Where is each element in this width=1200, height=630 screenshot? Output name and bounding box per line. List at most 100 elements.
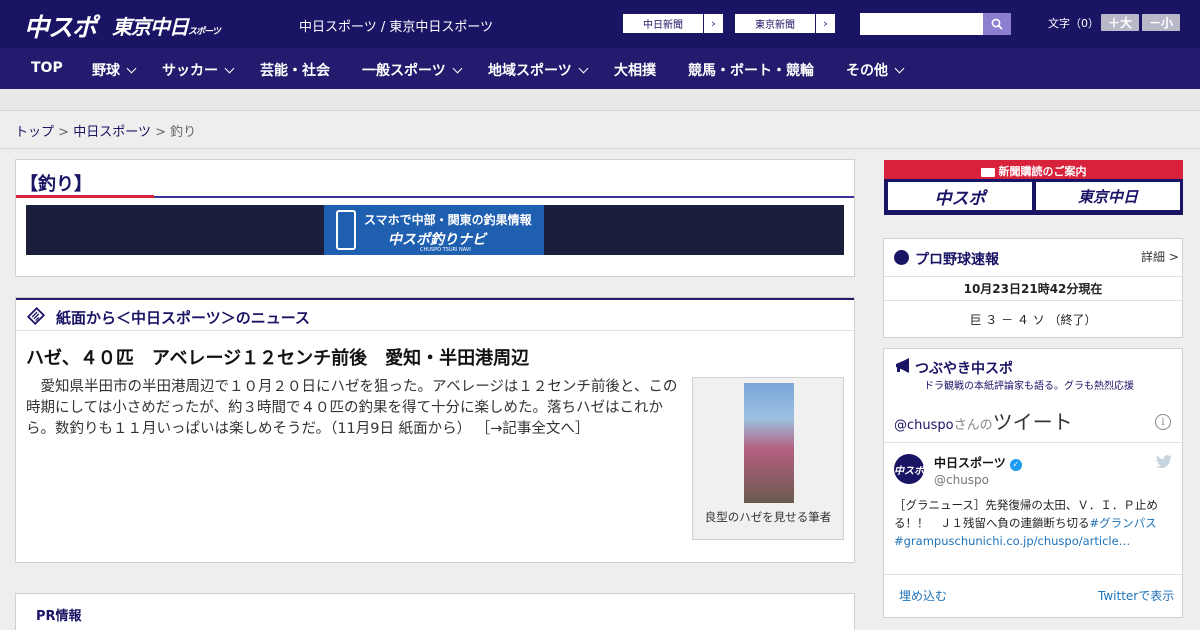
nav-item-entertainment[interactable]: 芸能・社会 [260, 60, 330, 80]
tokyo-logo-small: スポーツ [188, 27, 221, 37]
chevron-down-icon [126, 63, 137, 74]
nav-item-top[interactable]: TOP [31, 60, 63, 76]
breadcrumb-current: 釣り [170, 125, 197, 140]
chevron-right-icon: › [703, 14, 723, 33]
nav-label: 大相撲 [614, 63, 656, 79]
breadcrumb-section-link[interactable]: 中日スポーツ [73, 125, 151, 140]
nav-item-sumo[interactable]: 大相撲 [614, 60, 656, 80]
nav-label: 野球 [92, 63, 120, 79]
tweet-link[interactable]: #grampuschunichi.co.jp/chuspo/article… [894, 534, 1130, 548]
view-on-twitter-link[interactable]: Twitterで表示 [1098, 587, 1174, 604]
banner-line3: CHUSPO TSURI NAVI [420, 247, 471, 253]
tweet-author-handle[interactable]: @chuspo [934, 473, 989, 487]
nav-item-general-sports[interactable]: 一般スポーツ [362, 60, 463, 80]
search-input[interactable] [860, 13, 983, 35]
twitter-embed-word: ツイート [992, 410, 1073, 434]
category-box: 【釣り】 スマホで中部・関東の釣果情報 中スポ釣りナビ CHUSPO TSURI… [15, 159, 855, 277]
news-section-header: 紙面から＜中日スポーツ＞のニュース [16, 298, 854, 331]
search-icon [991, 18, 1003, 30]
site-title[interactable]: 中日スポーツ / 東京中日スポーツ [299, 16, 493, 35]
read-more-link[interactable]: ［→記事全文へ］ [476, 421, 590, 437]
breadcrumb-row: トップ > 中日スポーツ > 釣り [0, 111, 1200, 149]
breadcrumb-separator: > [155, 125, 166, 140]
news-section-title: 紙面から＜中日スポーツ＞のニュース [56, 309, 310, 327]
ext-link-label: 東京新聞 [755, 20, 795, 31]
font-smaller-button[interactable]: －小 [1142, 14, 1180, 31]
title-underline-red [16, 195, 154, 198]
banner-line1: スマホで中部・関東の釣果情報 [364, 213, 532, 227]
tweets-title: つぶやき中スポ [915, 361, 1013, 377]
nav-label: TOP [31, 60, 63, 76]
breadcrumb: トップ > 中日スポーツ > 釣り [15, 121, 196, 140]
news-box: 紙面から＜中日スポーツ＞のニュース ハゼ、４０匹 アベレージ１２センチ前後 愛知… [15, 297, 855, 563]
ext-link-label: 中日新聞 [643, 20, 683, 31]
twitter-embed-suffix: さんの [953, 418, 993, 433]
sub-nav-band [0, 89, 1200, 111]
breadcrumb-separator: > [58, 125, 70, 140]
tweet-author-name[interactable]: 中日スポーツ ✓ [934, 454, 1022, 471]
nav-item-soccer[interactable]: サッカー [162, 60, 235, 80]
tokyo-chunichi-logo[interactable]: 東京中日スポーツ [112, 11, 221, 40]
main-nav: TOP 野球 サッカー 芸能・社会 一般スポーツ 地域スポーツ 大相撲 競馬・ボ… [0, 48, 1200, 89]
verified-icon: ✓ [1009, 459, 1022, 471]
divider [884, 300, 1182, 301]
smartphone-icon [336, 210, 356, 250]
baseball-detail-link[interactable]: 詳細 > [1141, 248, 1179, 265]
search-button[interactable] [983, 13, 1011, 35]
article-title[interactable]: ハゼ、４０匹 アベレージ１２センチ前後 愛知・半田港周辺 [26, 344, 529, 370]
photo-caption: 良型のハゼを見せる筆者 [704, 510, 832, 524]
article-photo[interactable] [744, 383, 794, 503]
twitter-user-link[interactable]: @chuspo [894, 418, 954, 433]
nav-label: 競馬・ボート・競輪 [688, 63, 814, 79]
baseball-score-box: プロ野球速報 詳細 > 10月23日21時42分現在 巨 ３ － ４ ソ （終了… [883, 238, 1183, 338]
pr-box: PR情報 [15, 593, 855, 630]
chevron-right-icon: › [815, 14, 835, 33]
font-size-label: 文字（0） [1048, 17, 1099, 30]
newspaper-icon [26, 306, 46, 326]
chuspo-logo[interactable]: 中スポ [24, 8, 97, 44]
baseball-score[interactable]: 巨 ３ － ４ ソ （終了） [884, 311, 1182, 328]
nav-item-racing[interactable]: 競馬・ボート・競輪 [688, 60, 814, 80]
divider [884, 442, 1182, 443]
nav-label: 地域スポーツ [488, 63, 572, 79]
nav-label: その他 [846, 63, 888, 79]
tsuri-navi-banner[interactable]: スマホで中部・関東の釣果情報 中スポ釣りナビ CHUSPO TSURI NAVI [26, 205, 844, 255]
subscription-label-text: 新聞購読のご案内 [998, 165, 1087, 178]
font-larger-button[interactable]: ＋大 [1101, 14, 1139, 31]
nav-label: 一般スポーツ [362, 63, 446, 79]
megaphone-icon [896, 358, 909, 373]
tokyo-logo-text: 東京中日 [112, 15, 189, 39]
subscribe-tokyo-logo[interactable]: 東京中日 [1036, 182, 1180, 210]
nav-item-other[interactable]: その他 [846, 60, 905, 80]
nav-label: 芸能・社会 [260, 63, 330, 79]
article-body: 愛知県半田市の半田港周辺で１０月２０日にハゼを狙った。アベレージは１２センチ前後… [26, 377, 686, 440]
title-underline-blue [154, 196, 854, 198]
page-title: 【釣り】 [20, 174, 92, 195]
subscribe-chuspo-logo[interactable]: 中スポ [888, 182, 1032, 210]
nav-item-local-sports[interactable]: 地域スポーツ [488, 60, 589, 80]
banner-line2: 中スポ釣りナビ [388, 232, 486, 248]
banner-content: スマホで中部・関東の釣果情報 中スポ釣りナビ CHUSPO TSURI NAVI [324, 205, 544, 255]
twitter-bird-icon[interactable] [1156, 455, 1172, 469]
chevron-down-icon [224, 63, 235, 74]
embed-link[interactable]: 埋め込む [899, 587, 947, 604]
avatar[interactable]: 中スポ [894, 454, 924, 484]
chevron-down-icon [452, 63, 463, 74]
info-icon[interactable]: i [1155, 414, 1171, 430]
breadcrumb-top-link[interactable]: トップ [15, 125, 54, 140]
tokyo-shimbun-link[interactable]: 東京新聞 › [734, 13, 836, 34]
chevron-down-icon [894, 63, 905, 74]
tweet-text: ［グラニュース］先発復帰の太田、Ｖ．Ｉ．Ｐ止める！！ Ｊ１残留へ負の連鎖断ち切る… [894, 496, 1174, 550]
tweet-author-name-text: 中日スポーツ [934, 456, 1006, 470]
twitter-embed-header: @chuspoさんのツイート [894, 406, 1073, 435]
divider [884, 574, 1182, 575]
baseball-timestamp: 10月23日21時42分現在 [963, 282, 1103, 296]
divider [884, 276, 1182, 277]
newspaper-icon [980, 167, 995, 177]
nav-item-baseball[interactable]: 野球 [92, 60, 137, 80]
pr-title: PR情報 [36, 609, 82, 624]
tweet-hashtag[interactable]: #グランパス [1090, 516, 1157, 530]
baseball-title: プロ野球速報 [915, 252, 999, 268]
subscription-label: 新聞購読のご案内 [884, 163, 1183, 179]
chunichi-shimbun-link[interactable]: 中日新聞 › [622, 13, 724, 34]
